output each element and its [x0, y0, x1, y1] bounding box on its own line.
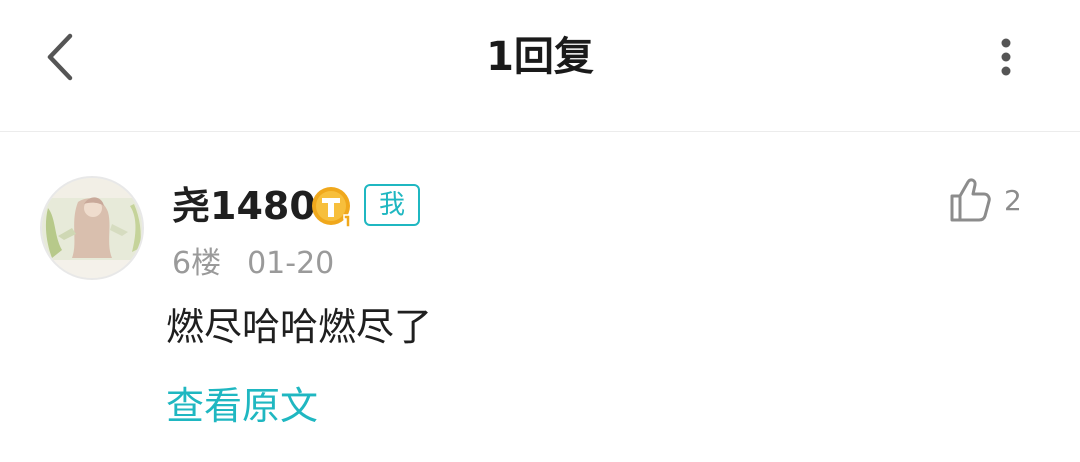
- floor-number: 6楼: [172, 246, 222, 281]
- avatar-image: [42, 178, 142, 278]
- level-badge-icon: [312, 187, 351, 228]
- reply-content: 燃尽哈哈燃尽了: [166, 305, 433, 349]
- back-button[interactable]: [40, 30, 84, 84]
- like-button[interactable]: [948, 176, 992, 224]
- level-badge: [310, 185, 356, 229]
- thumbs-up-icon: [950, 178, 991, 222]
- page-title: 1回复: [486, 34, 594, 80]
- top-bar: 1回复: [0, 0, 1080, 132]
- more-options-button[interactable]: [984, 30, 1028, 84]
- username[interactable]: 尧1480: [172, 180, 316, 232]
- avatar[interactable]: [40, 176, 144, 280]
- post-meta: 6楼 01-20: [172, 244, 334, 284]
- me-tag: 我: [364, 184, 420, 226]
- post-date: 01-20: [247, 246, 335, 281]
- vertical-dots-icon: [1001, 38, 1011, 76]
- like-count: 2: [1004, 184, 1022, 217]
- view-original-link[interactable]: 查看原文: [166, 380, 318, 432]
- chevron-left-icon: [47, 33, 73, 81]
